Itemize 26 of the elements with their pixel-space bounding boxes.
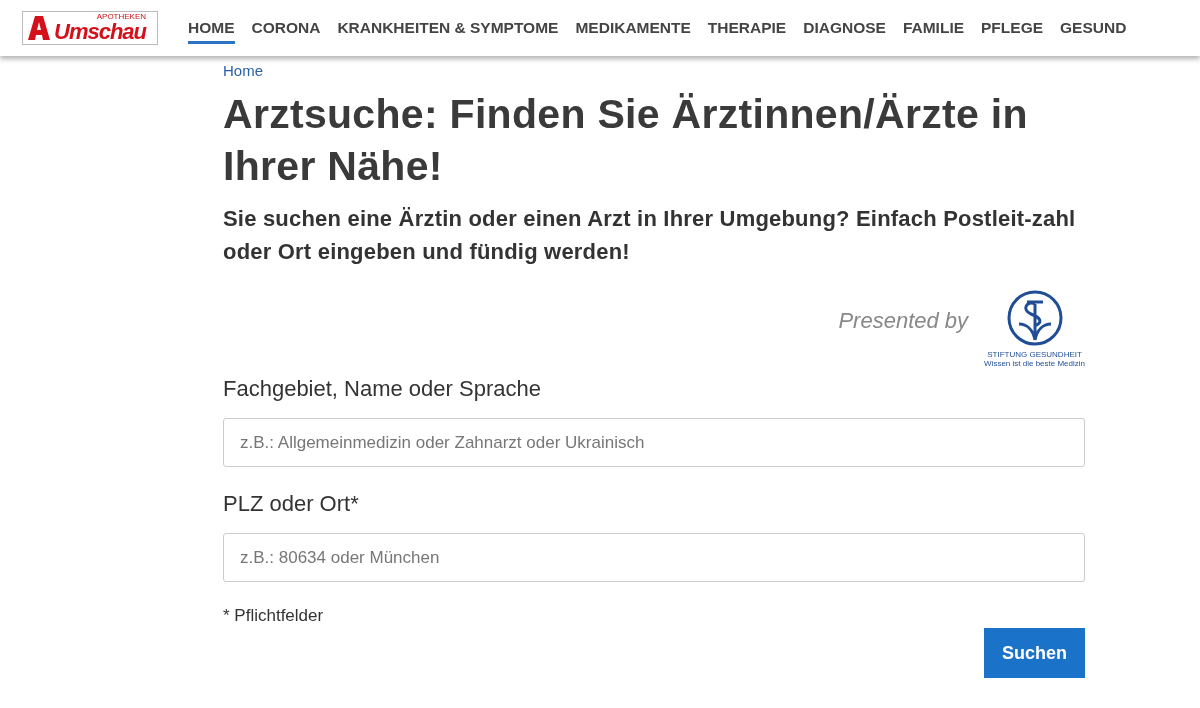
field-label: PLZ oder Ort* bbox=[223, 491, 360, 517]
nav-link[interactable]: MEDIKAMENTE bbox=[575, 15, 691, 44]
nav-link[interactable]: FAMILIE bbox=[902, 15, 965, 44]
nav-link[interactable]: GESUND bbox=[1060, 15, 1127, 44]
nav-link[interactable]: CORONA bbox=[251, 15, 321, 44]
logo-wordmark: Umschau bbox=[54, 21, 147, 43]
required-note: * Pflichtfelder bbox=[223, 606, 325, 626]
foundation-name: STIFTUNG GESUNDHEIT bbox=[987, 350, 1082, 359]
pharmacy-a-icon bbox=[27, 15, 51, 41]
nav-link[interactable]: KRANKHEITEN & SYMPTOME bbox=[337, 15, 559, 44]
nav-link[interactable]: DIAGNOSE bbox=[803, 15, 886, 44]
intro-text: Sie suchen eine Ärztin oder einen Arzt in Ihrer Umgebung? Einfach Postleit-zahl oder Ort eingeben und fündig werden! bbox=[223, 205, 1077, 266]
foundation-tagline: Wissen ist die beste Medizin bbox=[984, 359, 1085, 368]
logo[interactable]: APOTHEKEN Umschau bbox=[22, 11, 158, 45]
nav-link[interactable]: HOME bbox=[188, 15, 235, 44]
page-title: Arztsuche: Finden Sie Ärztinnen/Ärzte in Ihrer Nähe! bbox=[223, 90, 1029, 191]
input-field[interactable]: z.B.: 80634 oder München bbox=[223, 533, 1085, 582]
nav-link[interactable]: PFLEGE bbox=[981, 15, 1044, 44]
input-field[interactable]: z.B.: Allgemeinmedizin oder Zahnarzt oder Ukrainisch bbox=[223, 418, 1085, 467]
nav-link[interactable]: THERAPIE bbox=[707, 15, 787, 44]
field-label: Fachgebiet, Name oder Sprache bbox=[223, 376, 542, 402]
presented-by-text: Presented by bbox=[838, 308, 969, 334]
logo-tagline: APOTHEKEN bbox=[96, 13, 147, 21]
search-button[interactable]: Suchen bbox=[984, 628, 1085, 678]
foundation-logo-icon bbox=[1006, 290, 1063, 346]
breadcrumb-link[interactable]: Home bbox=[223, 62, 263, 79]
